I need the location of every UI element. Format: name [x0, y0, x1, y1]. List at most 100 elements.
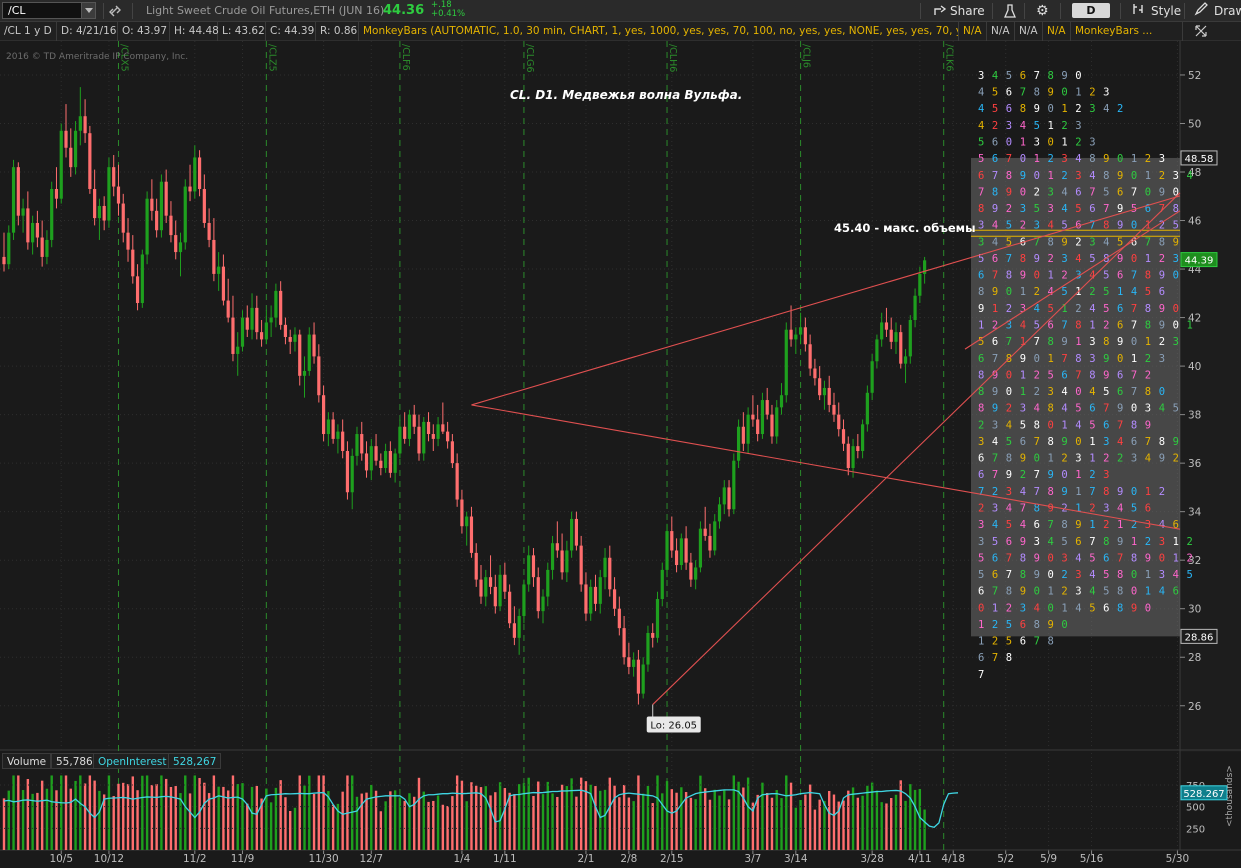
volume-bar	[160, 775, 163, 850]
monkeybars-letter: 7	[1131, 186, 1137, 198]
monkeybars-letter: 4	[1089, 586, 1095, 598]
candle-body	[336, 431, 340, 439]
link-icon[interactable]	[108, 0, 126, 22]
monkeybars-letter: 8	[1159, 436, 1165, 448]
candle-body	[775, 407, 779, 437]
monkeybars-letter: 8	[1103, 336, 1109, 348]
style-button[interactable]: Style	[1131, 0, 1181, 22]
volume-bar	[565, 786, 569, 850]
volume-bar	[55, 790, 58, 850]
volume-bar	[761, 782, 764, 850]
monkeybars-letter: 2	[1173, 453, 1179, 465]
monkeybars-letter: 7	[1006, 569, 1012, 581]
candle-body	[212, 239, 216, 274]
volume-bar	[441, 804, 445, 850]
monkeybars-letter: 9	[1117, 336, 1123, 348]
monkeybars-letter: 4	[1117, 503, 1123, 515]
monkeybars-letter: 2	[1187, 536, 1193, 548]
monkeybars-letter: 2	[1145, 369, 1151, 381]
monkeybars-letter: 2	[1159, 336, 1165, 348]
monkeybars-letter: 1	[1075, 336, 1081, 348]
volume-bar	[64, 775, 68, 850]
candle-body	[255, 307, 259, 333]
monkeybars-letter: 9	[1020, 453, 1026, 465]
monkeybars-letter: 2	[1117, 453, 1123, 465]
chevron-down-icon[interactable]	[81, 3, 95, 18]
monkeybars-letter: 0	[1048, 602, 1054, 614]
candle-body	[627, 657, 631, 667]
flask-icon[interactable]	[1003, 0, 1019, 22]
monkeybars-letter: 6	[1103, 419, 1109, 431]
open-interest-tag-label: 528.267	[1183, 789, 1224, 800]
last-price: 44.36	[383, 3, 425, 18]
monkeybars-letter: 4	[1089, 386, 1095, 398]
monkeybars-letter: 9	[1020, 586, 1026, 598]
monkeybars-letter: 3	[1089, 336, 1095, 348]
volume-bar	[60, 775, 63, 850]
monkeybars-letter: 9	[1131, 602, 1137, 614]
monkeybars-letter: 4	[1061, 386, 1067, 398]
volume-bar	[45, 788, 49, 850]
monkeybars-letter: 3	[1131, 453, 1137, 465]
volume-bar	[789, 782, 793, 850]
candle-body	[35, 222, 39, 238]
monkeybars-letter: 1	[1145, 586, 1151, 598]
share-button[interactable]: Share	[934, 0, 985, 22]
candle-body	[560, 550, 564, 573]
monkeybars-letter: 2	[1117, 103, 1123, 115]
bar-range: R: 0.86	[316, 22, 359, 41]
monkeybars-letter: 3	[978, 536, 984, 548]
monkeybars-letter: 8	[1020, 552, 1026, 564]
candle-body	[326, 419, 330, 435]
volume-bar	[885, 803, 888, 850]
monkeybars-letter: 9	[1061, 436, 1067, 448]
volume-bar	[894, 794, 898, 850]
volume-bar	[618, 797, 621, 850]
symbol-input[interactable]: /CL	[8, 4, 26, 17]
candle-body	[646, 632, 650, 665]
volume-bar	[145, 775, 149, 850]
candle-body	[856, 446, 860, 452]
monkeybars-letter: 6	[1117, 186, 1123, 198]
candle-body	[465, 516, 469, 527]
candle-body	[441, 424, 445, 432]
candle-body	[794, 334, 798, 340]
monkeybars-study-label[interactable]: MonkeyBars (AUTOMATIC, 1.0, 30 min, CHAR…	[359, 22, 959, 41]
volume-label[interactable]: Volume	[2, 753, 52, 769]
volume-bar	[17, 775, 20, 850]
monkeybars-letter: 0	[1173, 320, 1179, 332]
volume-bar	[527, 777, 530, 850]
volume-bar	[436, 795, 440, 850]
symbol-selector[interactable]: /CL	[2, 2, 96, 19]
volume-bar	[866, 785, 869, 850]
candle-body	[202, 188, 206, 223]
candle-body	[121, 203, 125, 233]
aggregation-period-button[interactable]: D	[1072, 3, 1110, 18]
open-interest-value: 528,267	[168, 753, 222, 769]
candle-body	[813, 368, 817, 379]
monkeybars-letter: 3	[1075, 586, 1081, 598]
candle-body	[312, 334, 316, 357]
monkeybars-letter: 2	[1061, 586, 1067, 598]
monkeybars-letter: 3	[1173, 170, 1179, 182]
monkeybars-letter: 9	[1020, 170, 1026, 182]
monkeybars-letter: 7	[1020, 87, 1026, 99]
candle-body	[894, 332, 898, 342]
volume-bar	[670, 789, 673, 850]
monkeybars-letter: 4	[1075, 419, 1081, 431]
monkeybars-letter: 0	[1075, 436, 1081, 448]
monkeybars-letter: 8	[1006, 652, 1012, 664]
gear-icon[interactable]: ⚙	[1036, 0, 1052, 22]
candle-body	[31, 222, 35, 243]
volume-bar	[322, 775, 325, 850]
drawings-button[interactable]: Draw	[1194, 0, 1241, 22]
candle-body	[689, 562, 693, 580]
price-chart[interactable]: 262830323436384042444648505210/5 10/12 11/…	[0, 0, 1241, 868]
volume-bar	[818, 799, 821, 850]
volume-bar	[708, 799, 712, 850]
expand-icon[interactable]	[1183, 22, 1241, 41]
monkeybars-letter: 6	[992, 253, 998, 265]
open-interest-label[interactable]: OpenInterest	[93, 753, 172, 769]
monkeybars-short-label[interactable]: MonkeyBars ...	[1071, 22, 1183, 41]
bar-low: L: 43.62	[218, 22, 266, 41]
